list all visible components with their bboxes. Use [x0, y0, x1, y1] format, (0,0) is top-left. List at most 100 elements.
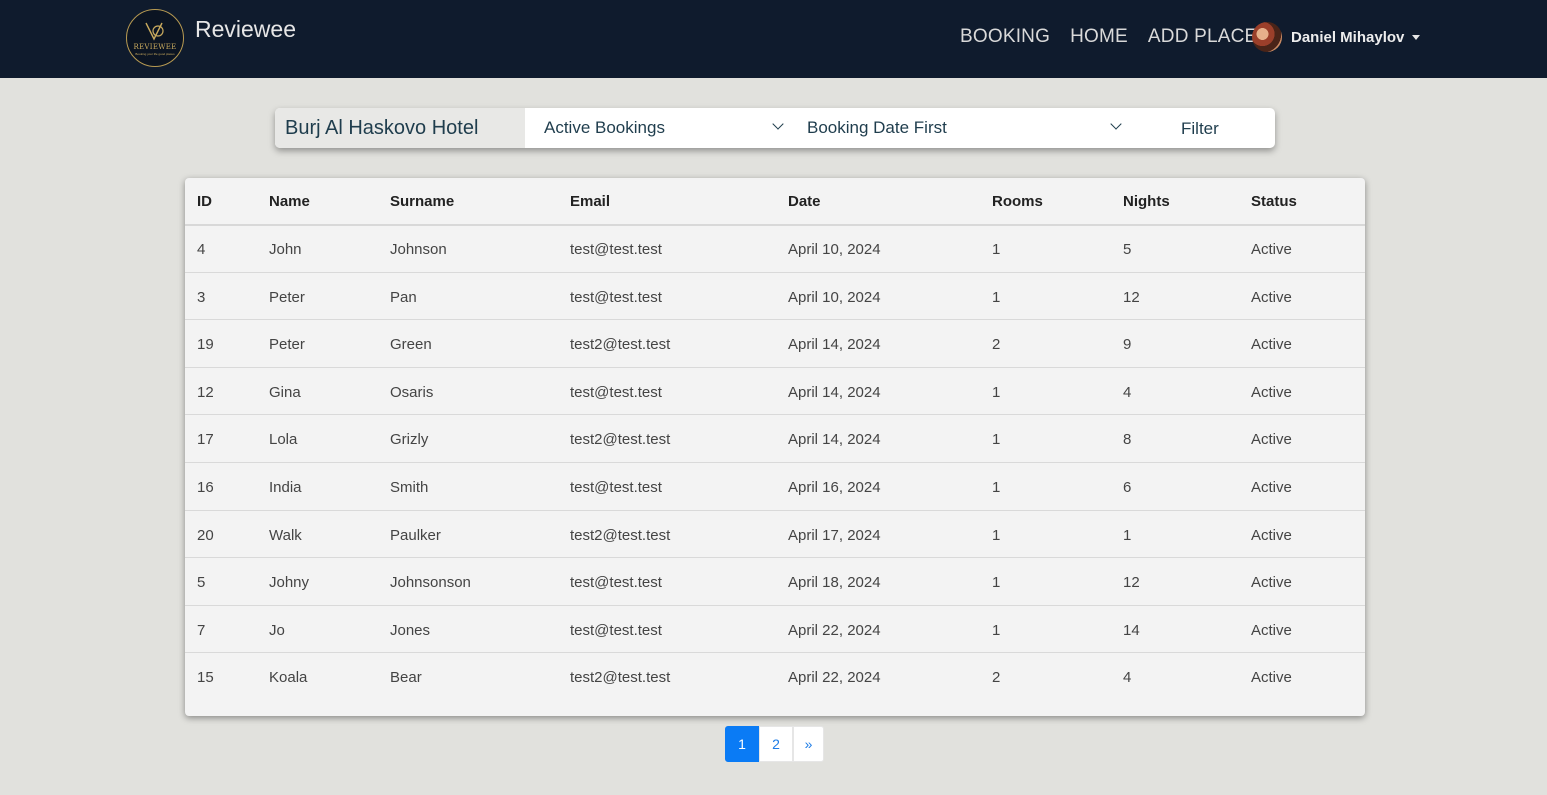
table-row[interactable]: 12 Gina Osaris test@test.test April 14, … — [185, 368, 1365, 416]
column-header-name: Name — [269, 193, 310, 210]
cell-surname: Smith — [390, 479, 429, 496]
cell-rooms: 1 — [992, 431, 1001, 449]
cell-surname: Bear — [390, 669, 422, 687]
cell-email: test@test.test — [570, 621, 662, 639]
cell-id: 4 — [197, 241, 206, 258]
column-header-date: Date — [788, 193, 821, 210]
table-row[interactable]: 19 Peter Green test2@test.test April 14,… — [185, 320, 1365, 368]
nav-link-add-place[interactable]: ADD PLACE — [1148, 26, 1258, 48]
cell-email: test2@test.test — [570, 526, 671, 544]
cell-name: Koala — [269, 669, 308, 687]
order-select[interactable]: Booking Date First — [807, 108, 1125, 148]
cell-date: April 17, 2024 — [788, 526, 881, 544]
cell-id: 7 — [197, 621, 206, 639]
cell-status: Active — [1251, 431, 1292, 449]
cell-id: 20 — [197, 526, 214, 544]
cell-rooms: 1 — [992, 526, 1001, 544]
cell-status: Active — [1251, 479, 1292, 496]
logo-text: REVIEWEE — [133, 43, 177, 51]
cell-name: Walk — [269, 526, 302, 544]
cell-date: April 14, 2024 — [788, 383, 881, 401]
table-row[interactable]: 5 Johny Johnsonson test@test.test April … — [185, 558, 1365, 606]
cell-date: April 16, 2024 — [788, 479, 881, 496]
cell-name: Gina — [269, 383, 301, 401]
cell-surname: Johnson — [390, 241, 447, 258]
cell-id: 19 — [197, 336, 214, 354]
cell-status: Active — [1251, 669, 1292, 687]
column-header-id: ID — [197, 193, 212, 210]
cell-nights: 1 — [1123, 526, 1132, 544]
cell-status: Active — [1251, 288, 1292, 306]
cell-date: April 22, 2024 — [788, 621, 881, 639]
cell-surname: Jones — [390, 621, 431, 639]
cell-name: Johny — [269, 574, 310, 592]
cell-email: test@test.test — [570, 241, 662, 258]
cell-email: test2@test.test — [570, 669, 671, 687]
cell-surname: Osaris — [390, 383, 434, 401]
cell-name: India — [269, 479, 302, 496]
filter-button[interactable]: Filter — [1181, 119, 1219, 139]
page-2-button[interactable]: 2 — [759, 726, 793, 762]
cell-id: 12 — [197, 383, 214, 401]
cell-nights: 14 — [1123, 621, 1140, 639]
cell-surname: Johnsonson — [390, 574, 471, 592]
nav-link-booking[interactable]: BOOKING — [960, 26, 1050, 48]
next-page-button[interactable]: » — [793, 726, 824, 762]
brand-name[interactable]: Reviewee — [195, 16, 296, 43]
cell-id: 17 — [197, 431, 214, 449]
cell-email: test@test.test — [570, 574, 662, 592]
cell-date: April 18, 2024 — [788, 574, 881, 592]
cell-status: Active — [1251, 383, 1292, 401]
column-header-status: Status — [1251, 193, 1297, 210]
status-select[interactable]: Active Bookings — [544, 108, 784, 148]
cell-nights: 8 — [1123, 431, 1132, 449]
table-row[interactable]: 4 John Johnson test@test.test April 10, … — [185, 225, 1365, 273]
table-row[interactable]: 7 Jo Jones test@test.test April 22, 2024… — [185, 606, 1365, 654]
cell-surname: Grizly — [390, 431, 429, 449]
avatar — [1252, 22, 1282, 52]
cell-date: April 14, 2024 — [788, 431, 881, 449]
cell-nights: 9 — [1123, 336, 1132, 354]
cell-rooms: 1 — [992, 479, 1001, 496]
cell-status: Active — [1251, 574, 1292, 592]
cell-email: test@test.test — [570, 383, 662, 401]
cell-nights: 12 — [1123, 288, 1140, 306]
cell-surname: Pan — [390, 288, 417, 306]
logo-subtext: Booking your life good places — [135, 52, 175, 56]
cell-status: Active — [1251, 621, 1292, 639]
filter-bar: Burj Al Haskovo Hotel Active Bookings Bo… — [275, 108, 1275, 148]
column-header-email: Email — [570, 193, 611, 210]
cell-surname: Paulker — [390, 526, 441, 544]
column-header-nights: Nights — [1123, 193, 1170, 210]
brand-logo[interactable]: REVIEWEE Booking your life good places — [126, 9, 184, 67]
cell-date: April 14, 2024 — [788, 336, 881, 354]
cell-email: test2@test.test — [570, 431, 671, 449]
cell-status: Active — [1251, 241, 1292, 258]
user-menu[interactable]: Daniel Mihaylov — [1252, 22, 1421, 52]
cell-nights: 12 — [1123, 574, 1140, 592]
cell-name: Jo — [269, 621, 285, 639]
cell-rooms: 1 — [992, 383, 1001, 401]
cell-name: Lola — [269, 431, 298, 449]
cell-rooms: 1 — [992, 621, 1001, 639]
nav-link-home[interactable]: HOME — [1070, 26, 1128, 48]
table-row[interactable]: 20 Walk Paulker test2@test.test April 17… — [185, 511, 1365, 559]
cell-nights: 4 — [1123, 383, 1132, 401]
table-row[interactable]: 15 Koala Bear test2@test.test April 22, … — [185, 653, 1365, 701]
caret-down-icon — [1412, 35, 1421, 40]
cell-date: April 10, 2024 — [788, 241, 881, 258]
page-1-button[interactable]: 1 — [725, 726, 759, 762]
table-row[interactable]: 16 India Smith test@test.test April 16, … — [185, 463, 1365, 511]
cell-email: test@test.test — [570, 479, 662, 496]
cell-nights: 4 — [1123, 669, 1132, 687]
logo-mark-icon — [145, 22, 164, 41]
cell-rooms: 1 — [992, 574, 1001, 592]
cell-nights: 5 — [1123, 241, 1132, 258]
table-row[interactable]: 17 Lola Grizly test2@test.test April 14,… — [185, 415, 1365, 463]
column-header-surname: Surname — [390, 193, 455, 210]
cell-date: April 10, 2024 — [788, 288, 881, 306]
cell-rooms: 1 — [992, 288, 1001, 306]
cell-rooms: 2 — [992, 669, 1001, 687]
table-row[interactable]: 3 Peter Pan test@test.test April 10, 202… — [185, 273, 1365, 321]
cell-name: Peter — [269, 288, 305, 306]
